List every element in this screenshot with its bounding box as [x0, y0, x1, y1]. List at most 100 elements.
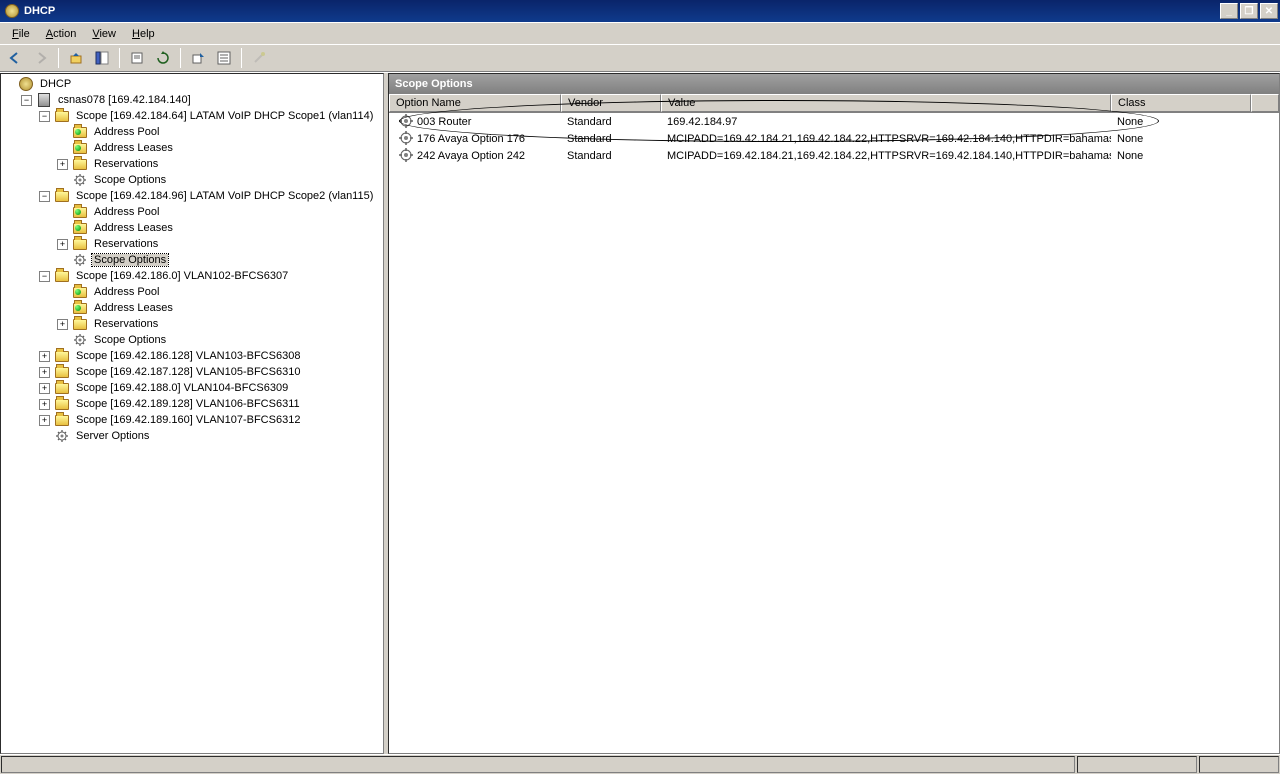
tree-item-address-leases[interactable]: Address Leases	[57, 220, 381, 236]
refresh-button[interactable]	[152, 47, 174, 69]
main-area: DHCP−csnas078 [169.42.184.140]−Scope [16…	[0, 72, 1280, 754]
cell-value: MCIPADD=169.42.184.21,169.42.184.22,HTTP…	[661, 149, 1111, 163]
tree-root-dhcp[interactable]: DHCP	[3, 76, 381, 92]
wizard-button[interactable]	[248, 47, 270, 69]
tree-item-scope-options[interactable]: Scope Options	[57, 172, 381, 188]
cell-class: None	[1111, 115, 1251, 129]
status-pane-3	[1199, 756, 1279, 773]
expand-toggle[interactable]: −	[39, 111, 50, 122]
column-header-option-name[interactable]: Option Name	[389, 94, 561, 112]
tree-scope[interactable]: −Scope [169.42.186.0] VLAN102-BFCS6307	[39, 268, 381, 284]
cell-value: 169.42.184.97	[661, 115, 1111, 129]
menu-view[interactable]: View	[84, 26, 124, 42]
tree-item-address-leases[interactable]: Address Leases	[57, 140, 381, 156]
toolbar-sep	[180, 48, 181, 68]
column-header-class[interactable]: Class	[1111, 94, 1251, 112]
expand-toggle[interactable]: +	[39, 351, 50, 362]
forward-button[interactable]	[30, 47, 52, 69]
close-button[interactable]: ✕	[1260, 3, 1278, 19]
tree-server-options[interactable]: Server Options	[39, 428, 381, 444]
status-bar	[0, 754, 1280, 774]
option-name: 176 Avaya Option 176	[417, 133, 525, 145]
server-icon	[36, 92, 52, 108]
menu-help[interactable]: Help	[124, 26, 163, 42]
tree-item-reservations[interactable]: +Reservations	[57, 316, 381, 332]
list-pane: Scope Options Option NameVendorValueClas…	[388, 73, 1280, 754]
tree-server[interactable]: −csnas078 [169.42.184.140]	[21, 92, 381, 108]
menu-action[interactable]: Action	[38, 26, 85, 42]
gear-icon	[399, 131, 415, 147]
folder-icon	[54, 412, 70, 428]
folder-icon	[54, 268, 70, 284]
folder-icon	[72, 236, 88, 252]
maximize-button[interactable]: ❐	[1240, 3, 1258, 19]
folder-icon	[54, 108, 70, 124]
folder-icon	[54, 380, 70, 396]
expand-toggle[interactable]: −	[39, 191, 50, 202]
cell-value: MCIPADD=169.42.184.21,169.42.184.22,HTTP…	[661, 132, 1111, 146]
expand-toggle[interactable]: +	[57, 319, 68, 330]
tree-item-reservations[interactable]: +Reservations	[57, 156, 381, 172]
export-button[interactable]	[187, 47, 209, 69]
folder-icon	[54, 364, 70, 380]
minimize-button[interactable]: _	[1220, 3, 1238, 19]
tree-item-address-leases[interactable]: Address Leases	[57, 300, 381, 316]
window-title: DHCP	[24, 5, 1220, 17]
folder-icon	[72, 204, 88, 220]
dhcp-icon	[18, 76, 34, 92]
cell-vendor: Standard	[561, 132, 661, 146]
expand-toggle[interactable]: +	[39, 383, 50, 394]
toolbar-sep	[241, 48, 242, 68]
tree-item-address-pool[interactable]: Address Pool	[57, 124, 381, 140]
tree-pane[interactable]: DHCP−csnas078 [169.42.184.140]−Scope [16…	[0, 73, 384, 754]
list-button[interactable]	[213, 47, 235, 69]
tree-scope[interactable]: −Scope [169.42.184.64] LATAM VoIP DHCP S…	[39, 108, 381, 124]
tree-scope[interactable]: +Scope [169.42.189.128] VLAN106-BFCS6311	[39, 396, 381, 412]
list-body[interactable]: 003 RouterStandard169.42.184.97None176 A…	[389, 113, 1279, 753]
tree-scope[interactable]: +Scope [169.42.187.128] VLAN105-BFCS6310	[39, 364, 381, 380]
table-row[interactable]: 242 Avaya Option 242StandardMCIPADD=169.…	[389, 147, 1279, 164]
table-row[interactable]: 176 Avaya Option 176 StandardMCIPADD=169.…	[389, 130, 1279, 147]
tree-scope[interactable]: +Scope [169.42.189.160] VLAN107-BFCS6312	[39, 412, 381, 428]
tree-item-scope-options[interactable]: Scope Options	[57, 252, 381, 268]
menu-file[interactable]: File	[4, 26, 38, 42]
toolbar-sep	[119, 48, 120, 68]
tree-scope[interactable]: +Scope [169.42.188.0] VLAN104-BFCS6309	[39, 380, 381, 396]
table-row[interactable]: 003 RouterStandard169.42.184.97None	[389, 113, 1279, 130]
properties-button[interactable]	[126, 47, 148, 69]
expand-toggle[interactable]: +	[39, 367, 50, 378]
folder-icon	[72, 284, 88, 300]
gear-icon	[72, 332, 88, 348]
tree-item-scope-options[interactable]: Scope Options	[57, 332, 381, 348]
tree-item-address-pool[interactable]: Address Pool	[57, 204, 381, 220]
cell-class: None	[1111, 132, 1251, 146]
expand-toggle[interactable]: +	[39, 415, 50, 426]
status-pane-2	[1077, 756, 1197, 773]
column-header-vendor[interactable]: Vendor	[561, 94, 661, 112]
expand-toggle[interactable]: +	[57, 159, 68, 170]
option-name: 003 Router	[417, 116, 471, 128]
back-button[interactable]	[4, 47, 26, 69]
expand-toggle[interactable]: −	[39, 271, 50, 282]
tree-item-reservations[interactable]: +Reservations	[57, 236, 381, 252]
folder-icon	[72, 156, 88, 172]
folder-icon	[54, 396, 70, 412]
tree-scope[interactable]: +Scope [169.42.186.128] VLAN103-BFCS6308	[39, 348, 381, 364]
show-hide-tree-button[interactable]	[91, 47, 113, 69]
expand-toggle[interactable]: −	[21, 95, 32, 106]
folder-icon	[54, 188, 70, 204]
list-header: Option NameVendorValueClass	[389, 94, 1279, 113]
folder-icon	[72, 316, 88, 332]
cell-vendor: Standard	[561, 149, 661, 163]
tree-scope[interactable]: −Scope [169.42.184.96] LATAM VoIP DHCP S…	[39, 188, 381, 204]
up-button[interactable]	[65, 47, 87, 69]
gear-icon	[399, 114, 415, 130]
expand-toggle[interactable]: +	[57, 239, 68, 250]
folder-icon	[72, 300, 88, 316]
column-header-value[interactable]: Value	[661, 94, 1111, 112]
expand-toggle[interactable]: +	[39, 399, 50, 410]
gear-icon	[72, 172, 88, 188]
gear-icon	[72, 252, 88, 268]
status-pane-main	[1, 756, 1075, 773]
tree-item-address-pool[interactable]: Address Pool	[57, 284, 381, 300]
